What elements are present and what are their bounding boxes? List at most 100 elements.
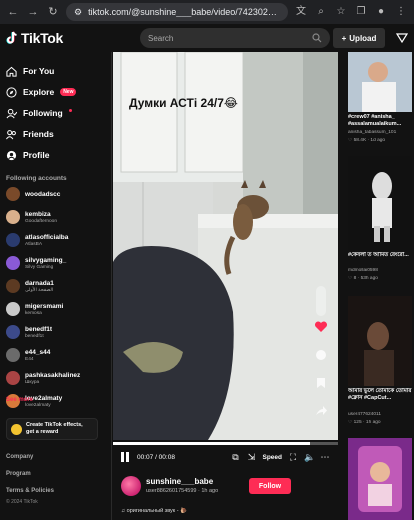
menu-icon[interactable]: ⋮ [394, 5, 408, 19]
footer-company[interactable]: Company [6, 454, 33, 460]
account-name: atlasofficialba [25, 233, 69, 241]
account-name: benedf1t [25, 325, 53, 333]
share-icon[interactable] [314, 404, 328, 418]
account-item[interactable]: pashkasakhalinez Шкура [6, 367, 80, 389]
recommended-author: mdmollai0598 [348, 268, 378, 273]
more-options-icon[interactable]: ⋯ [320, 452, 330, 462]
reload-icon[interactable]: ↻ [46, 5, 60, 19]
avatar [6, 256, 20, 270]
account-subtitle: love2almaty [25, 402, 51, 408]
nav-profile[interactable]: Profile [6, 146, 49, 164]
nav-following[interactable]: Following [6, 104, 72, 122]
avatar [6, 371, 20, 385]
footer-terms[interactable]: Terms & Policies [6, 488, 54, 494]
follow-button[interactable]: Follow [249, 478, 291, 494]
effects-line1: Create TikTok effects, [26, 422, 83, 428]
account-item[interactable]: atlasofficialba AtlasBA [6, 229, 68, 251]
recommended-caption[interactable]: আমার ভুলে তোমাকে তোমার #ক্লোন #CapCut... [348, 388, 414, 409]
account-item[interactable]: kembiza Goodafternoon [6, 206, 57, 228]
copyright: © 2024 TikTok [6, 499, 38, 505]
recommended-thumbnail[interactable] [348, 156, 412, 250]
volume-icon[interactable]: 🔈 [304, 452, 315, 462]
recommended-author: user477624011 [348, 412, 381, 417]
tiktok-logo[interactable]: TikTok [6, 30, 63, 46]
account-item[interactable]: benedf1t benedf1t [6, 321, 52, 343]
thumbnail-image [348, 296, 412, 386]
pause-button[interactable] [121, 452, 131, 462]
account-item[interactable]: migersmami kemosa [6, 298, 63, 320]
footer-program[interactable]: Program [6, 471, 31, 477]
search-input[interactable]: Search [140, 28, 330, 48]
avatar [6, 233, 20, 247]
following-icon [6, 108, 17, 118]
address-bar[interactable]: ⚙ tiktok.com/@sunshine___babe/video/7423… [66, 3, 288, 21]
account-name: pashkasakhalinez [25, 371, 81, 379]
author-name[interactable]: sunshine___babe [146, 477, 213, 486]
account-item[interactable]: darnada1 الصفحة الأولى [6, 275, 54, 297]
account-name: kembiza [25, 210, 51, 218]
video-progress-bar[interactable] [113, 442, 338, 445]
extensions-icon[interactable]: ❐ [354, 5, 368, 19]
account-subtitle: AtlasBA [25, 241, 43, 247]
account-subtitle: Goodafternoon [25, 218, 58, 224]
tiktok-logo-icon [6, 31, 17, 44]
account-name: silvygaming_ [25, 256, 67, 264]
nav-friends[interactable]: Friends [6, 125, 54, 143]
effects-text: Create TikTok effects, get a reward [26, 422, 83, 436]
upload-label: Upload [349, 33, 377, 43]
account-subtitle: kemosa [25, 310, 42, 316]
account-subtitle: benedf1t [25, 333, 44, 339]
new-badge: New [60, 88, 77, 96]
save-icon[interactable] [314, 376, 328, 390]
thumbnail-image [348, 156, 412, 250]
coin-icon [11, 423, 22, 435]
video-player[interactable]: Думки АСТі 24/7😂 [113, 52, 338, 440]
author-avatar[interactable] [121, 476, 141, 496]
recommended-caption[interactable]: #কেবলা ত আমিত রেংরো... [348, 252, 414, 266]
nav-explore[interactable]: Explore New [6, 83, 77, 101]
create-effects-banner[interactable]: Create TikTok effects, get a reward [6, 418, 98, 440]
avatar [6, 302, 20, 316]
speed-button[interactable]: Speed [262, 454, 282, 461]
video-overlay-text: Думки АСТі 24/7😂 [129, 96, 238, 110]
picture-in-picture-icon[interactable]: ⧉ [230, 452, 240, 462]
zoom-icon[interactable]: ⌕ [314, 5, 328, 19]
bookmark-icon[interactable]: ☆ [334, 5, 348, 19]
recommended-caption[interactable]: #crew07 #anisha_ #assalamualaikum... [348, 114, 414, 128]
like-icon[interactable] [314, 320, 328, 334]
recommended-stats: ♡ 58.4K · 1d ago [348, 138, 386, 143]
recommended-thumbnail[interactable] [348, 438, 412, 520]
recommended-stats: ♡ 8 · 53h ago [348, 276, 378, 281]
see-more-link[interactable]: See more [6, 397, 33, 403]
account-item[interactable]: silvygaming_ Silvy Gaming [6, 252, 66, 274]
avatar [6, 187, 20, 201]
nav-label: Explore [23, 87, 55, 97]
sound-link[interactable]: ♫ оригинальный звук - 🐌 [121, 508, 187, 514]
site-settings-icon[interactable]: ⚙ [74, 7, 82, 18]
home-icon [6, 66, 17, 77]
comment-icon[interactable] [314, 348, 328, 362]
translate-icon[interactable]: 文 [294, 5, 308, 19]
profile-avatar-icon[interactable]: ● [374, 5, 388, 19]
back-icon[interactable]: ← [6, 5, 20, 19]
account-subtitle: الصفحة الأولى [25, 287, 54, 293]
search-icon[interactable] [312, 33, 322, 43]
notification-dot [68, 108, 72, 112]
upload-button[interactable]: + Upload [333, 28, 385, 48]
account-item[interactable]: e44_s44 E44 [6, 344, 50, 366]
account-name: woodadscc [25, 190, 61, 198]
forward-icon[interactable]: → [26, 5, 40, 19]
autoscroll-icon[interactable]: ⇲ [246, 452, 256, 462]
messages-icon[interactable] [396, 32, 408, 44]
scroll-handle[interactable] [316, 286, 326, 316]
fullscreen-icon[interactable]: ⛶ [288, 452, 298, 462]
nav-for-you[interactable]: For You [6, 62, 54, 80]
recommended-thumbnail[interactable] [348, 52, 412, 112]
recommended-thumbnail[interactable] [348, 296, 412, 386]
profile-icon [6, 150, 17, 160]
recommended-stats: ♡ 125 · 1h ago [348, 420, 381, 425]
author-meta: user8862601754599 · 1h ago [146, 488, 219, 494]
nav-label: For You [23, 66, 55, 76]
top-header: TikTok Search + Upload [0, 24, 414, 52]
account-item[interactable]: woodadscc [6, 183, 60, 205]
